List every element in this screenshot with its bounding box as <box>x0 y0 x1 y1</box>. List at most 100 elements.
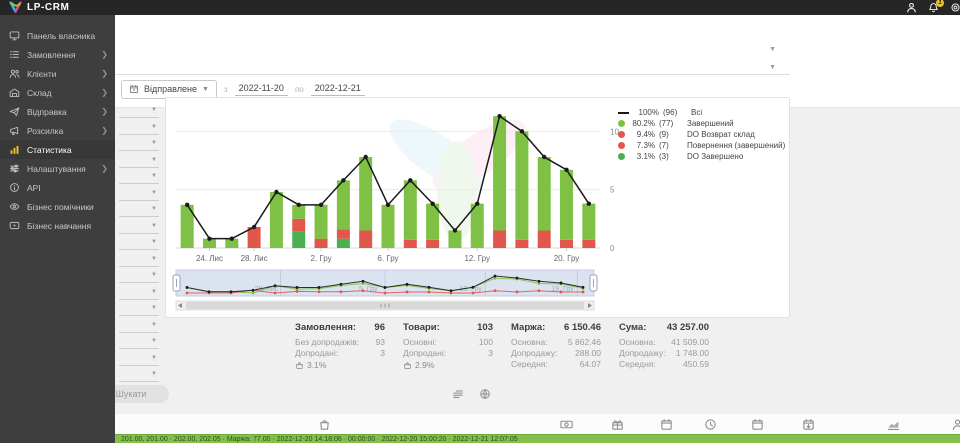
filter-select-9[interactable]: ▼ <box>119 236 159 250</box>
line-point[interactable] <box>408 178 412 182</box>
bar-segment[interactable] <box>315 239 328 248</box>
legend-item-4[interactable]: 3.1%(3)DO Завершено <box>618 151 788 162</box>
status-filter-select[interactable]: Відправлене ▼ <box>121 80 217 99</box>
line-point[interactable] <box>363 155 367 159</box>
bell-icon[interactable]: 1 <box>928 2 939 13</box>
legend-item-2[interactable]: 9.4%(9)DO Возврат склад <box>618 129 788 140</box>
sidebar-item-statistics[interactable]: Статистика <box>0 140 115 159</box>
person-icon[interactable] <box>951 418 960 431</box>
legend-line-marker <box>618 112 629 114</box>
line-point[interactable] <box>319 203 323 207</box>
filter-select-11[interactable]: ▼ <box>119 269 159 283</box>
gift-icon[interactable] <box>611 418 624 431</box>
line-point[interactable] <box>297 203 301 207</box>
bar-segment[interactable] <box>582 204 595 240</box>
lp-crm-logo[interactable]: LP-CRM <box>8 1 69 14</box>
bar-segment[interactable] <box>359 231 372 249</box>
bar-segment[interactable] <box>515 240 528 248</box>
line-point[interactable] <box>587 201 591 205</box>
filter-select-12[interactable]: ▼ <box>119 286 159 300</box>
line-point[interactable] <box>520 129 524 133</box>
bar-segment[interactable] <box>426 240 439 248</box>
sidebar-item-settings[interactable]: Налаштування❯ <box>0 159 115 178</box>
line-point[interactable] <box>453 228 457 232</box>
line-point[interactable] <box>185 203 189 207</box>
bar-segment[interactable] <box>337 180 350 229</box>
top-select-2[interactable]: ▼ <box>115 56 790 75</box>
table-row-highlighted[interactable]: 201.00, 201.00 · 202.00, 202.05 · Маржа:… <box>115 434 960 443</box>
date-to-input[interactable]: 2022-12-21 <box>311 82 365 96</box>
legend-item-3[interactable]: 7.3%(7)Повернення (завершений) <box>618 140 788 151</box>
line-point[interactable] <box>475 201 479 205</box>
bar-segment[interactable] <box>292 232 305 248</box>
line-point[interactable] <box>341 178 345 182</box>
globe-icon[interactable] <box>479 388 491 400</box>
filter-select-15[interactable]: ▼ <box>119 335 159 349</box>
top-select-1[interactable]: ▼ <box>115 31 790 57</box>
filter-select-17[interactable]: ▼ <box>119 368 159 382</box>
legend-item-1[interactable]: 80.2%(77)Завершений <box>618 118 788 129</box>
bar-segment[interactable] <box>292 219 305 232</box>
sidebar-item-warehouse[interactable]: Склад❯ <box>0 83 115 102</box>
bar-segment[interactable] <box>538 231 551 249</box>
filter-select-6[interactable]: ▼ <box>119 187 159 201</box>
banknote-icon[interactable] <box>560 418 573 431</box>
sidebar-item-business-training[interactable]: Бізнес навчання <box>0 216 115 235</box>
filter-select-5[interactable]: ▼ <box>119 170 159 184</box>
sidebar-item-business-helpers[interactable]: Бізнес помічники <box>0 197 115 216</box>
filter-select-7[interactable]: ▼ <box>119 203 159 217</box>
legend-item-0[interactable]: 100%(96)Всі <box>618 107 788 118</box>
bar-segment[interactable] <box>337 229 350 238</box>
bar-segment[interactable] <box>404 180 417 240</box>
bar-segment[interactable] <box>515 131 528 240</box>
filter-select-8[interactable]: ▼ <box>119 220 159 234</box>
bar-segment[interactable] <box>337 239 350 248</box>
line-point[interactable] <box>207 236 211 240</box>
sidebar-item-mailing[interactable]: Розсилка❯ <box>0 121 115 140</box>
bar-segment[interactable] <box>315 205 328 239</box>
line-point[interactable] <box>430 201 434 205</box>
chart-menu-icon[interactable] <box>452 388 464 400</box>
line-point[interactable] <box>274 190 278 194</box>
orders-chart[interactable]: 051024. Лис28. Лис2. Гру6. Гру12. Гру20.… <box>170 100 640 314</box>
filter-select-1[interactable]: ▼ <box>119 104 159 118</box>
line-point[interactable] <box>386 203 390 207</box>
calendar-icon[interactable] <box>660 418 673 431</box>
bar-segment[interactable] <box>560 170 573 240</box>
bar-segment[interactable] <box>582 240 595 248</box>
sidebar-item-clients[interactable]: Клієнти❯ <box>0 64 115 83</box>
filter-select-10[interactable]: ▼ <box>119 253 159 267</box>
bar-segment[interactable] <box>448 231 461 249</box>
line-point[interactable] <box>230 236 234 240</box>
filter-select-2[interactable]: ▼ <box>119 121 159 135</box>
line-point[interactable] <box>542 155 546 159</box>
chart-area-icon[interactable] <box>887 418 900 431</box>
bar-segment[interactable] <box>382 205 395 248</box>
line-point[interactable] <box>564 168 568 172</box>
filter-select-16[interactable]: ▼ <box>119 352 159 366</box>
filter-select-3[interactable]: ▼ <box>119 137 159 151</box>
settings-gear-icon[interactable] <box>950 2 960 13</box>
bag-icon[interactable] <box>318 418 331 431</box>
bar-segment[interactable] <box>471 204 484 248</box>
clock-icon[interactable] <box>704 418 717 431</box>
bar-segment[interactable] <box>493 231 506 249</box>
bar-segment[interactable] <box>560 240 573 248</box>
date-from-label: з <box>224 85 228 94</box>
line-point[interactable] <box>252 225 256 229</box>
sidebar-item-api[interactable]: API <box>0 178 115 197</box>
calendar-export-icon[interactable] <box>802 418 815 431</box>
filter-select-13[interactable]: ▼ <box>119 302 159 316</box>
line-point[interactable] <box>497 114 501 118</box>
date-from-input[interactable]: 2022-11-20 <box>235 82 288 96</box>
bar-segment[interactable] <box>404 240 417 248</box>
sidebar-item-owner-panel[interactable]: Панель власника <box>0 26 115 45</box>
user-icon[interactable] <box>906 2 917 13</box>
filter-select-4[interactable]: ▼ <box>119 154 159 168</box>
sidebar-item-orders[interactable]: Замовлення❯ <box>0 45 115 64</box>
bar-segment[interactable] <box>538 157 551 231</box>
table-row-text: 201.00, 201.00 · 202.00, 202.05 · Маржа:… <box>121 436 518 443</box>
filter-select-14[interactable]: ▼ <box>119 319 159 333</box>
calendar-icon[interactable] <box>751 418 764 431</box>
sidebar-item-shipping[interactable]: Відправка❯ <box>0 102 115 121</box>
